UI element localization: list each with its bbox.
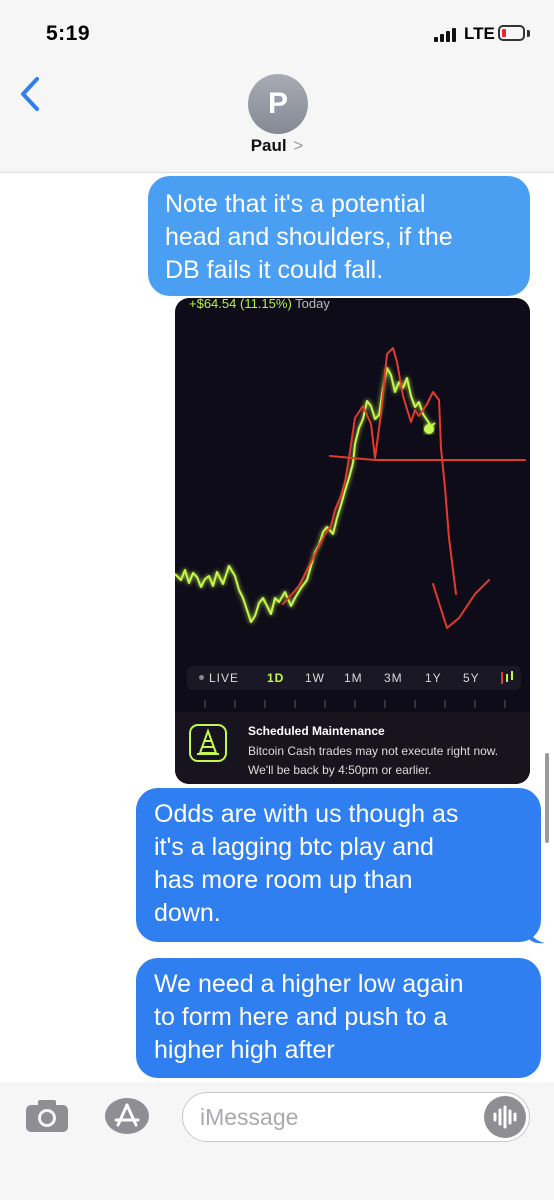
tab-5y[interactable]: 5Y: [463, 671, 480, 685]
contact-name: Paul: [250, 136, 287, 155]
message-line: it's a lagging btc play and: [154, 833, 434, 861]
timeline-ticks: [204, 700, 506, 708]
tab-3m[interactable]: 3M: [384, 671, 403, 685]
chart-screenshot-attachment[interactable]: +$64.54 (11.15%) Today LIVE 1D 1W 1M 3M …: [175, 298, 530, 784]
message-bubble[interactable]: Note that it's a potential head and shou…: [148, 176, 530, 296]
price-line: [175, 367, 436, 623]
back-chevron-icon[interactable]: [18, 76, 44, 112]
contact-avatar[interactable]: P: [248, 74, 308, 134]
maintenance-line: Bitcoin Cash trades may not execute righ…: [248, 744, 499, 758]
message-bubble[interactable]: Odds are with us though as it's a laggin…: [136, 788, 541, 942]
message-line: head and shoulders, if the: [165, 223, 453, 251]
message-input[interactable]: iMessage: [182, 1092, 530, 1142]
tab-1m[interactable]: 1M: [344, 671, 363, 685]
live-dot-icon: [199, 675, 204, 680]
gain-value: +$64.54: [189, 298, 237, 311]
message-input-placeholder: iMessage: [200, 1104, 299, 1130]
scroll-indicator[interactable]: [545, 753, 549, 843]
maintenance-line: We'll be back by 4:50pm or earlier.: [248, 763, 432, 777]
gain-summary: +$64.54 (11.15%) Today: [189, 298, 330, 311]
traffic-cone-icon: [189, 724, 227, 762]
tab-live[interactable]: LIVE: [199, 671, 239, 685]
battery-tip: [527, 30, 530, 37]
signal-icon: [434, 28, 460, 42]
message-line: higher high after: [154, 1036, 335, 1064]
network-type: LTE: [464, 24, 495, 43]
status-time: 5:19: [46, 22, 91, 45]
tab-1d[interactable]: 1D: [267, 671, 284, 685]
tab-1y[interactable]: 1Y: [425, 671, 442, 685]
message-line: has more room up than: [154, 866, 413, 894]
message-bubble[interactable]: We need a higher low again to form here …: [136, 958, 541, 1078]
contact-name-link[interactable]: Paul >: [0, 136, 554, 156]
camera-icon[interactable]: [24, 1098, 70, 1134]
gain-period: Today: [295, 298, 330, 311]
annotation-head-and-shoulders: [282, 347, 526, 629]
message-line: to form here and push to a: [154, 1003, 448, 1031]
message-line: down.: [154, 899, 221, 927]
message-line: Note that it's a potential: [165, 190, 426, 218]
gain-percent: (11.15%): [239, 298, 292, 311]
current-price-dot: [424, 424, 434, 434]
maintenance-notice: Scheduled Maintenance Bitcoin Cash trade…: [175, 712, 530, 784]
audio-waveform-icon[interactable]: [484, 1096, 526, 1138]
candlestick-icon[interactable]: [499, 671, 515, 685]
message-line: DB fails it could fall.: [165, 256, 384, 284]
message-line: We need a higher low again: [154, 970, 464, 998]
chevron-right-icon: >: [293, 136, 304, 155]
tab-1w[interactable]: 1W: [305, 671, 325, 685]
bubble-tail: [528, 926, 545, 944]
battery-low-icon: [498, 25, 525, 41]
maintenance-title: Scheduled Maintenance: [248, 724, 385, 738]
timeframe-tabs: LIVE 1D 1W 1M 3M 1Y 5Y: [187, 666, 521, 690]
app-store-icon[interactable]: [103, 1097, 151, 1135]
message-line: Odds are with us though as: [154, 800, 459, 828]
price-chart: [175, 347, 526, 629]
